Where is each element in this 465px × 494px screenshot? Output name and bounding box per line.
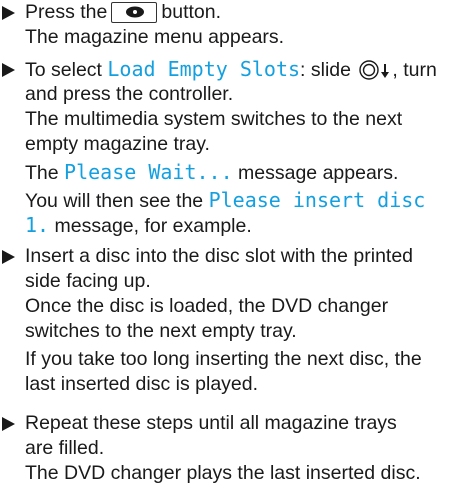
text: : slide [300,59,357,81]
menu-item-load-empty-slots: Load Empty Slots [107,57,301,81]
step-4-line-1: Repeat these steps until all magazine tr… [25,412,397,434]
message-please-insert-disc: Please insert disc [208,188,426,212]
text: message, for example. [49,215,252,237]
step-3-line-3: Once the disc is loaded, the DVD changer [25,295,389,317]
controller-slide-down-icon [358,60,392,87]
step-2-line-3: The multimedia system switches to the ne… [25,108,403,130]
step-3-line-2: side facing up. [25,270,151,292]
step-4-line-3: The DVD changer plays the last inserted … [25,462,421,484]
step-2-line-4: empty magazine tray. [25,133,210,155]
text: , turn [392,59,437,81]
text: button. [161,1,222,23]
step-2-line-2: and press the controller. [25,83,234,105]
disc-button-icon [111,2,158,23]
bullet-arrow-icon [0,411,20,436]
step-2-line-5: The Please Wait... message appears. [25,160,398,186]
step-1-line-2: The magazine menu appears. [25,26,285,48]
text: The [25,162,65,184]
text: message appears. [232,162,399,184]
step-3-line-1: Insert a disc into the disc slot with th… [25,245,414,267]
text: Press the [25,1,108,23]
step-2-line-7: 1. message, for example. [25,213,252,239]
step-2-line-6: You will then see the Please insert disc [25,188,425,214]
step-3-line-6: last inserted disc is played. [25,373,259,395]
step-4-line-2: are filled. [25,437,105,459]
bullet-arrow-icon [0,0,20,25]
bullet-arrow-icon [0,244,20,269]
step-3-line-4: switches to the next empty tray. [25,320,297,342]
step-1-line-1: Press the button. [25,0,221,25]
bullet-arrow-icon [0,57,20,82]
message-disc-number: 1. [25,213,50,237]
message-please-wait: Please Wait... [64,160,233,184]
text: To select [25,59,108,81]
step-3-line-5: If you take too long inserting the next … [25,348,422,370]
text: You will then see the [25,190,209,212]
instruction-page: Press the button. The magazine menu appea… [0,0,465,494]
